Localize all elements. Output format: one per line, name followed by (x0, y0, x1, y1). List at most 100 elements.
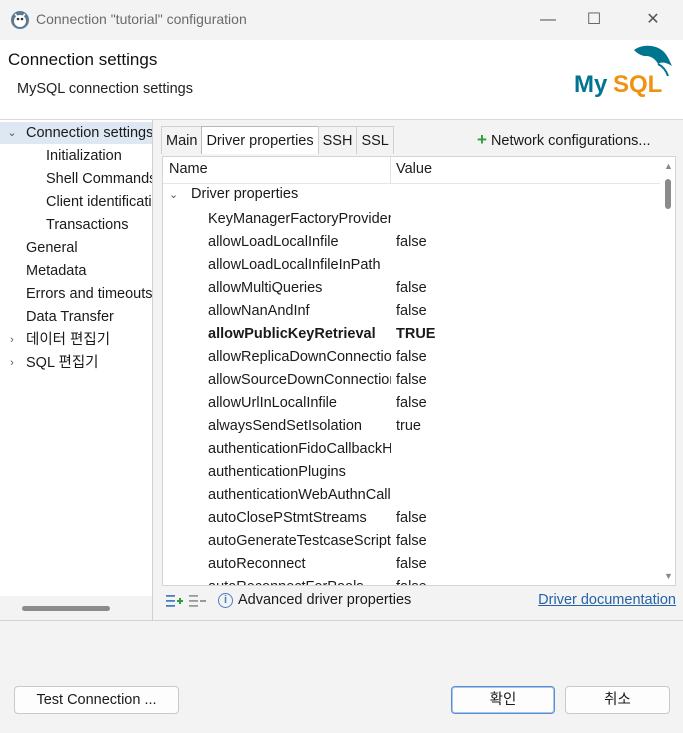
table-row[interactable]: authenticationFidoCallbackHandler (163, 439, 660, 462)
property-value[interactable]: false (396, 533, 427, 549)
table-row[interactable]: autoReconnect false (163, 554, 660, 577)
remove-property-icon[interactable] (188, 592, 206, 610)
property-name: allowPublicKeyRetrieval (208, 326, 376, 342)
footer-divider (0, 620, 683, 621)
driver-documentation-link[interactable]: Driver documentation (538, 592, 676, 608)
dialog-header: Connection settings MySQL connection set… (0, 40, 683, 120)
advanced-properties-label: Advanced driver properties (238, 592, 412, 608)
tab-ssh[interactable]: SSH (317, 126, 358, 154)
nav-item-data-transfer[interactable]: Data Transfer (26, 306, 114, 328)
property-name: autoReconnectForPools (208, 579, 391, 585)
tab-ssl[interactable]: SSL (356, 126, 394, 154)
page-subtitle: MySQL connection settings (17, 81, 193, 97)
nav-item-sql-editor[interactable]: › SQL 편집기 (0, 352, 152, 374)
window-title: Connection "tutorial" configuration (36, 11, 247, 27)
column-divider[interactable] (390, 157, 391, 184)
chevron-down-icon[interactable]: ⌄ (169, 188, 183, 201)
scrollbar-thumb[interactable] (665, 179, 671, 209)
property-name: allowReplicaDownConnections (208, 349, 391, 365)
nav-item-initialization[interactable]: Initialization (46, 145, 122, 167)
property-value[interactable]: false (396, 579, 427, 585)
nav-item-data-editor[interactable]: › 데이터 편집기 (0, 329, 152, 351)
scroll-down-icon[interactable]: ▼ (663, 571, 674, 581)
cancel-button[interactable]: 취소 (565, 686, 670, 714)
property-name: autoClosePStmtStreams (208, 510, 367, 526)
settings-nav-tree: ⌄ Connection settings Initialization She… (0, 120, 153, 620)
table-row[interactable]: autoReconnectForPools false (163, 577, 660, 585)
table-row[interactable]: allowLoadLocalInfileInPath (163, 255, 660, 278)
property-value[interactable]: false (396, 280, 427, 296)
property-value[interactable]: TRUE (396, 326, 435, 342)
maximize-button[interactable]: ☐ (582, 8, 606, 32)
info-icon: i (218, 593, 233, 608)
title-bar: Connection "tutorial" configuration — ☐ … (0, 0, 683, 40)
table-row[interactable]: allowSourceDownConnections false (163, 370, 660, 393)
table-row[interactable]: authenticationPlugins (163, 462, 660, 485)
svg-text:SQL: SQL (613, 71, 662, 98)
scrollbar-thumb[interactable] (22, 606, 110, 611)
table-row[interactable]: KeyManagerFactoryProvider (163, 209, 660, 232)
nav-item-general[interactable]: General (26, 237, 78, 259)
ok-button[interactable]: 확인 (451, 686, 555, 714)
network-configurations-button[interactable]: + Network configurations... (477, 130, 651, 150)
property-value[interactable]: false (396, 303, 427, 319)
property-name: allowUrlInLocalInfile (208, 395, 337, 411)
table-header: Name Value (163, 157, 660, 184)
table-row[interactable]: allowReplicaDownConnections false (163, 347, 660, 370)
table-row[interactable]: allowLoadLocalInfile false (163, 232, 660, 255)
table-row[interactable]: allowUrlInLocalInfile false (163, 393, 660, 416)
nav-item-transactions[interactable]: Transactions (46, 214, 128, 236)
tab-bar: Main Driver properties SSH SSL (161, 126, 394, 154)
property-name: alwaysSendSetIsolation (208, 418, 362, 434)
property-name: KeyManagerFactoryProvider (208, 211, 391, 227)
nav-item-client-identification[interactable]: Client identification (46, 191, 152, 213)
properties-toolbar: i Advanced driver properties Driver docu… (162, 588, 676, 614)
page-title: Connection settings (8, 50, 158, 69)
nav-item-connection-settings[interactable]: ⌄ Connection settings (0, 122, 152, 144)
property-value[interactable]: false (396, 556, 427, 572)
mysql-logo: My SQL (574, 45, 672, 98)
chevron-right-icon[interactable]: › (6, 352, 18, 374)
property-name: authenticationWebAuthnCallbackHandler (208, 487, 391, 503)
property-name: authenticationPlugins (208, 464, 346, 480)
chevron-right-icon[interactable]: › (6, 329, 18, 351)
property-value[interactable]: false (396, 372, 427, 388)
chevron-down-icon[interactable]: ⌄ (6, 122, 18, 144)
test-connection-button[interactable]: Test Connection ... (14, 686, 179, 714)
property-value[interactable]: false (396, 234, 427, 250)
property-name: autoGenerateTestcaseScript (208, 533, 391, 549)
property-name: allowMultiQueries (208, 280, 323, 296)
property-value[interactable]: false (396, 349, 427, 365)
property-value[interactable]: true (396, 418, 421, 434)
properties-table: Name Value ⌄ Driver properties KeyManage… (162, 156, 676, 586)
property-name: allowSourceDownConnections (208, 372, 391, 388)
add-property-icon[interactable] (165, 592, 183, 610)
property-name: allowLoadLocalInfileInPath (208, 257, 381, 273)
table-row[interactable]: autoClosePStmtStreams false (163, 508, 660, 531)
minimize-button[interactable]: — (536, 8, 560, 32)
scroll-up-icon[interactable]: ▲ (663, 161, 674, 171)
property-name: allowLoadLocalInfile (208, 234, 339, 250)
table-vertical-scrollbar[interactable]: ▲ ▼ (660, 157, 675, 585)
property-name: allowNanAndInf (208, 303, 310, 319)
column-header-value[interactable]: Value (396, 161, 432, 177)
nav-horizontal-scrollbar[interactable] (0, 596, 152, 620)
close-button[interactable]: ✕ (641, 8, 665, 32)
table-row[interactable]: allowNanAndInf false (163, 301, 660, 324)
nav-item-shell-commands[interactable]: Shell Commands (46, 168, 152, 190)
table-row[interactable]: allowPublicKeyRetrieval TRUE (163, 324, 660, 347)
tab-driver-properties[interactable]: Driver properties (201, 126, 319, 154)
tab-main[interactable]: Main (161, 126, 203, 154)
table-row[interactable]: allowMultiQueries false (163, 278, 660, 301)
table-row[interactable]: authenticationWebAuthnCallbackHandler (163, 485, 660, 508)
property-name: autoReconnect (208, 556, 306, 572)
nav-item-errors-timeouts[interactable]: Errors and timeouts (26, 283, 152, 305)
property-value[interactable]: false (396, 510, 427, 526)
column-header-name[interactable]: Name (169, 161, 208, 177)
nav-item-metadata[interactable]: Metadata (26, 260, 86, 282)
property-name: authenticationFidoCallbackHandler (208, 441, 391, 457)
property-value[interactable]: false (396, 395, 427, 411)
table-row[interactable]: alwaysSendSetIsolation true (163, 416, 660, 439)
table-row[interactable]: autoGenerateTestcaseScript false (163, 531, 660, 554)
group-driver-properties[interactable]: ⌄ Driver properties (169, 186, 298, 202)
